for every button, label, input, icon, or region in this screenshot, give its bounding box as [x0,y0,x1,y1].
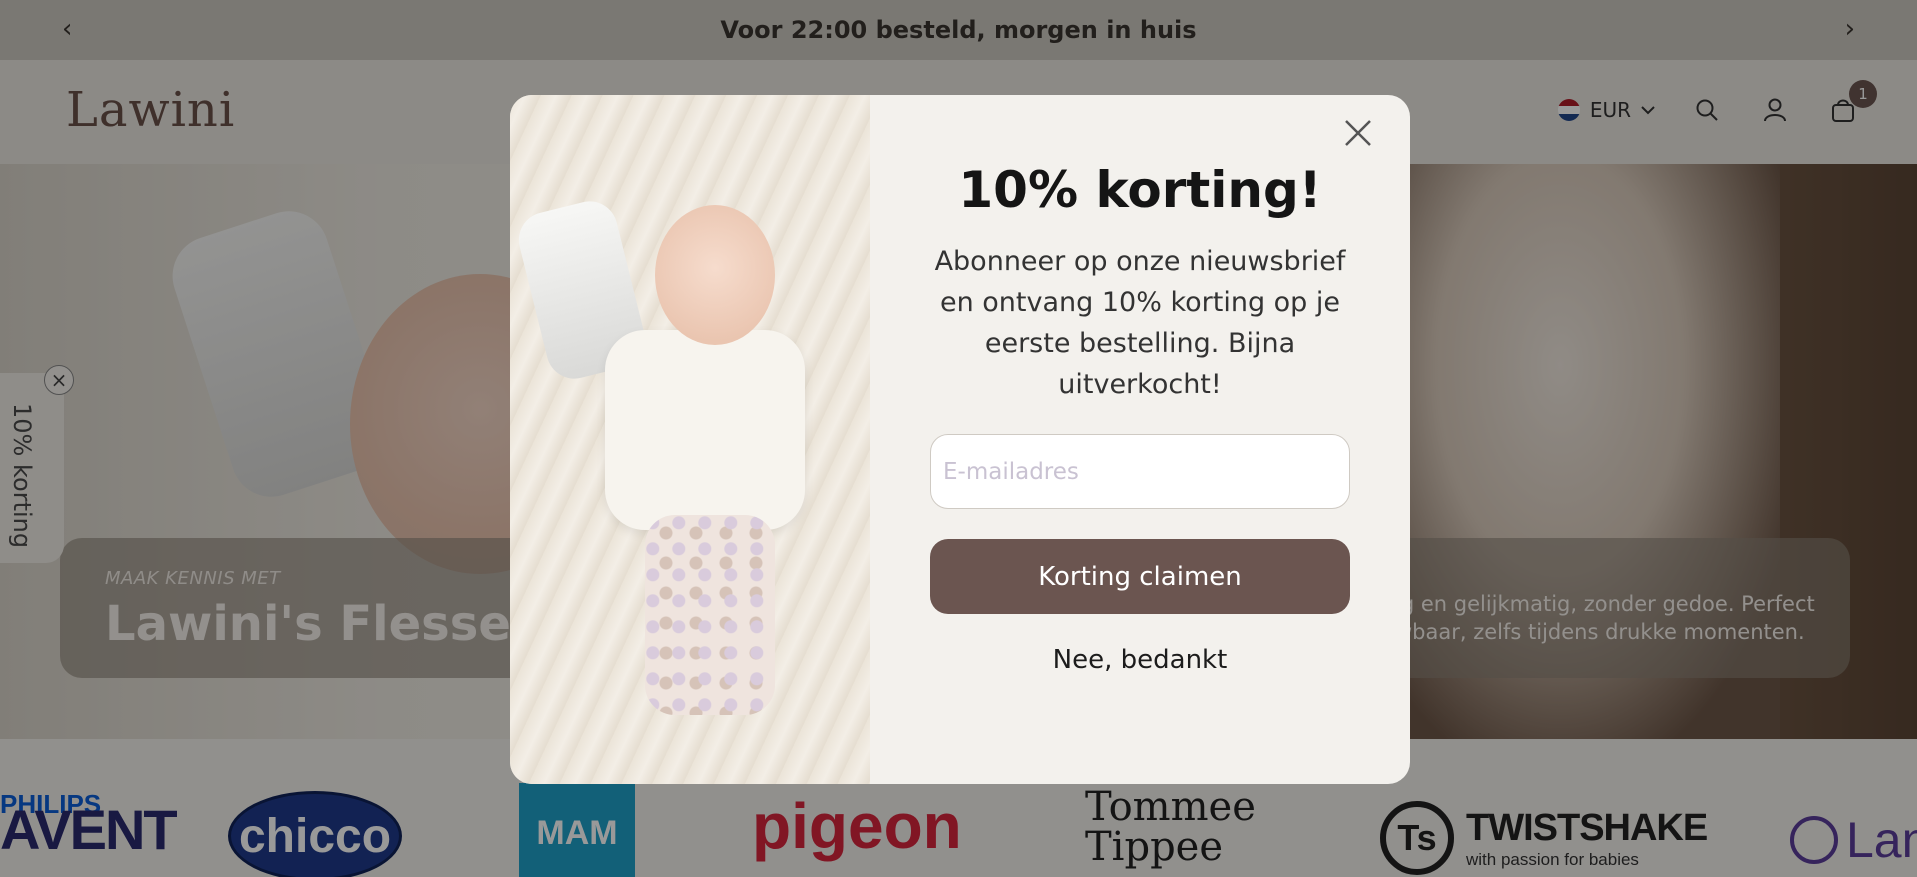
popup-close-button[interactable] [1338,113,1378,153]
popup-baby-legs [645,515,775,715]
popup-baby-image [510,95,870,784]
decline-link[interactable]: Nee, bedankt [870,645,1410,675]
popup-content: 10% korting! Abonneer op onze nieuwsbrie… [870,95,1410,784]
claim-discount-button[interactable]: Korting claimen [930,539,1350,614]
popup-baby-body [605,330,805,530]
close-icon [1345,120,1371,146]
popup-title: 10% korting! [958,161,1322,219]
popup-baby-head [655,205,775,345]
popup-description: Abonneer op onze nieuwsbrief en ontvang … [934,246,1346,400]
email-field[interactable] [930,434,1350,509]
newsletter-popup: 10% korting! Abonneer op onze nieuwsbrie… [510,95,1410,784]
